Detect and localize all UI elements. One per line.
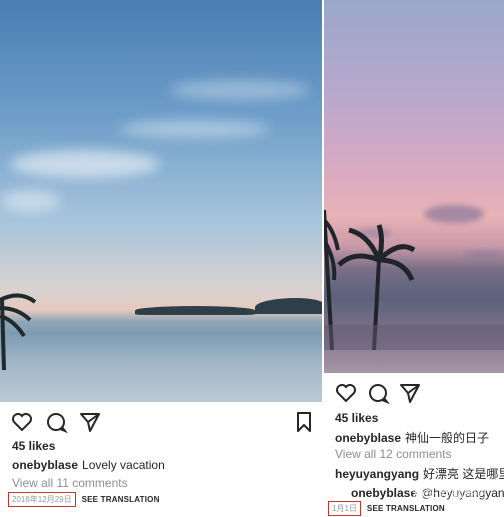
comment-1-username[interactable]: heyuyangyang: [335, 467, 419, 481]
meta-row-right: 1月1日 SEE TRANSLATION: [328, 501, 445, 516]
likes-count-right[interactable]: 45 likes: [335, 411, 378, 425]
palm-tree-left: [0, 293, 37, 370]
share-icon[interactable]: [78, 410, 102, 434]
heart-icon[interactable]: [334, 381, 358, 405]
view-comments-link-right[interactable]: View all 12 comments: [335, 447, 452, 461]
caption-text-left: Lovely vacation: [82, 458, 165, 472]
post-date-right: 1月1日: [328, 501, 361, 516]
comment-1-text: 好漂亮 这是哪里鸭: [423, 467, 504, 481]
palm-tree-right: [324, 209, 504, 350]
comment-icon[interactable]: [366, 381, 390, 405]
caption-username-right[interactable]: onebyblase: [335, 431, 401, 445]
share-icon[interactable]: [398, 381, 422, 405]
caption-username-left[interactable]: onebyblase: [12, 458, 78, 472]
meta-row-left: 2018年12月29日 SEE TRANSLATION: [8, 492, 160, 507]
comment-icon[interactable]: [44, 410, 68, 434]
caption-text-right: 神仙一般的日子: [405, 431, 490, 445]
action-row-left: [10, 410, 102, 434]
post-left: 45 likes onebyblase Lovely vacation View …: [0, 0, 324, 517]
likes-count-left[interactable]: 45 likes: [12, 439, 55, 453]
view-comments-link-left[interactable]: View all 11 comments: [12, 476, 128, 490]
caption-left: onebyblase Lovely vacation: [12, 458, 165, 472]
post-image-left[interactable]: [0, 0, 324, 402]
comment-1: heyuyangyang 好漂亮 这是哪里鸭: [335, 465, 504, 482]
post-image-right[interactable]: [324, 0, 504, 373]
post-date-left: 2018年12月29日: [8, 492, 76, 507]
watermark: 知乎 @钢琴男: [412, 486, 488, 500]
bookmark-icon[interactable]: [292, 410, 316, 434]
action-row-right: [334, 381, 422, 405]
see-translation-left[interactable]: SEE TRANSLATION: [82, 495, 160, 504]
heart-icon[interactable]: [10, 410, 34, 434]
comment-2-username[interactable]: onebyblase: [351, 486, 417, 500]
see-translation-right[interactable]: SEE TRANSLATION: [367, 504, 445, 513]
caption-right: onebyblase 神仙一般的日子: [335, 429, 489, 446]
post-right: 45 likes onebyblase 神仙一般的日子 View all 12 c…: [324, 0, 504, 517]
